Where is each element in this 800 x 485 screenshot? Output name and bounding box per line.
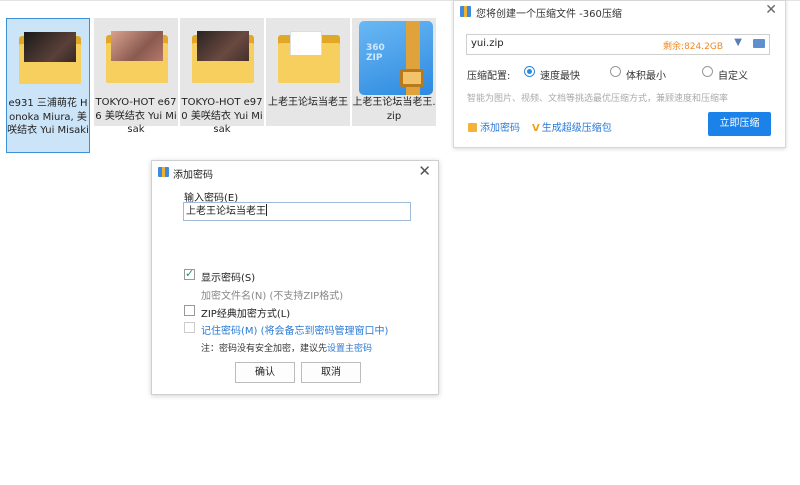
radio-custom[interactable] xyxy=(702,66,713,77)
zip-archive-icon: 360 ZIP xyxy=(356,21,433,97)
folder-icon[interactable] xyxy=(753,39,765,48)
super-package-link[interactable]: V 生成超级压缩包 xyxy=(532,119,612,134)
archive-filename[interactable]: yui.zip xyxy=(471,38,504,49)
radio-fastest-label[interactable]: 速度最快 xyxy=(540,67,580,82)
file-name: 上老王论坛当老王 xyxy=(268,97,348,108)
close-icon[interactable]: ✕ xyxy=(765,2,777,18)
compress-hint: 智能为图片、视频、文档等挑选最优压缩方式，兼顾速度和压缩率 xyxy=(467,94,729,104)
encrypt-filenames-label: 加密文件名(N) (不支持ZIP格式) xyxy=(201,291,344,302)
remember-password-label[interactable]: 记住密码(M) (将会备忘到密码管理窗口中) xyxy=(201,322,388,337)
file-name: 上老王论坛当老王.zip xyxy=(352,97,436,122)
file-name: TOKYO-HOT e970 美咲结衣 Yui Misak xyxy=(181,97,263,135)
dialog-titlebar: 添加密码 ✕ xyxy=(152,161,438,183)
super-package-label: 生成超级压缩包 xyxy=(541,123,612,134)
security-note: 注：密码没有安全加密，建议先设置主密码 xyxy=(201,341,372,354)
folder-document-icon xyxy=(270,21,346,97)
compress-now-button[interactable]: 立即压缩 xyxy=(708,112,771,136)
folder-photo-icon xyxy=(184,21,260,97)
radio-fastest[interactable] xyxy=(524,66,535,77)
file-item-e676[interactable]: TOKYO-HOT e676 美咲结衣 Yui Misak xyxy=(94,18,178,135)
archive-app-icon xyxy=(460,6,471,17)
vip-v-icon: V xyxy=(532,123,540,134)
set-master-password-link[interactable]: 设置主密码 xyxy=(327,344,372,354)
file-item-laowang-zip[interactable]: 360 ZIP 上老王论坛当老王.zip xyxy=(352,18,436,126)
folder-photo-icon xyxy=(98,21,174,97)
file-name: TOKYO-HOT e676 美咲结衣 Yui Misak xyxy=(95,97,177,135)
archive-app-icon xyxy=(158,167,169,177)
zip-classic-label[interactable]: ZIP经典加密方式(L) xyxy=(201,305,290,320)
cancel-button[interactable]: 取消 xyxy=(301,362,361,383)
radio-smallest-label[interactable]: 体积最小 xyxy=(626,67,666,82)
confirm-button[interactable]: 确认 xyxy=(235,362,295,383)
close-icon[interactable]: ✕ xyxy=(418,162,431,180)
chevron-down-icon[interactable]: ▼ xyxy=(734,37,742,48)
panel-title: 您将创建一个压缩文件 -360压缩 xyxy=(476,9,622,20)
radio-custom-label[interactable]: 自定义 xyxy=(718,67,748,82)
zip-icon-text-zip: ZIP xyxy=(366,53,383,63)
file-item-laowang-folder[interactable]: 上老王论坛当老王 xyxy=(266,18,350,126)
file-name: e931 三浦萌花 Honoka Miura, 美咲结衣 Yui Misaki xyxy=(7,98,89,136)
folder-photo-icon xyxy=(11,22,87,98)
add-password-label: 添加密码 xyxy=(480,123,520,134)
zip-classic-checkbox[interactable] xyxy=(184,305,195,316)
lock-icon xyxy=(468,123,477,132)
password-value: 上老王论坛当老王 xyxy=(186,206,266,217)
show-password-checkbox[interactable] xyxy=(184,267,195,280)
text-caret xyxy=(266,204,267,216)
file-item-e931[interactable]: e931 三浦萌花 Honoka Miura, 美咲结衣 Yui Misaki xyxy=(6,18,90,153)
compress-panel: 您将创建一个压缩文件 -360压缩 ✕ yui.zip 剩余:824.2GB ▼… xyxy=(453,0,786,148)
file-item-e970[interactable]: TOKYO-HOT e970 美咲结衣 Yui Misak xyxy=(180,18,264,135)
add-password-dialog: 添加密码 ✕ 输入密码(E) 上老王论坛当老王 显示密码(S) 加密文件名(N)… xyxy=(151,160,439,395)
remember-password-checkbox[interactable] xyxy=(184,322,195,333)
zip-icon-text-360: 360 xyxy=(366,43,385,53)
radio-smallest[interactable] xyxy=(610,66,621,77)
compress-level-label: 压缩配置: xyxy=(467,71,511,82)
archive-name-field[interactable]: yui.zip 剩余:824.2GB ▼ xyxy=(466,34,770,55)
add-password-link[interactable]: 添加密码 xyxy=(468,119,520,134)
show-password-label[interactable]: 显示密码(S) xyxy=(201,269,255,284)
password-field[interactable]: 上老王论坛当老王 xyxy=(183,202,411,221)
security-note-text: 注：密码没有安全加密，建议先 xyxy=(201,344,328,354)
encrypt-filenames-checkbox xyxy=(184,287,195,298)
dialog-title: 添加密码 xyxy=(173,170,213,181)
free-space: 剩余:824.2GB xyxy=(663,42,723,52)
